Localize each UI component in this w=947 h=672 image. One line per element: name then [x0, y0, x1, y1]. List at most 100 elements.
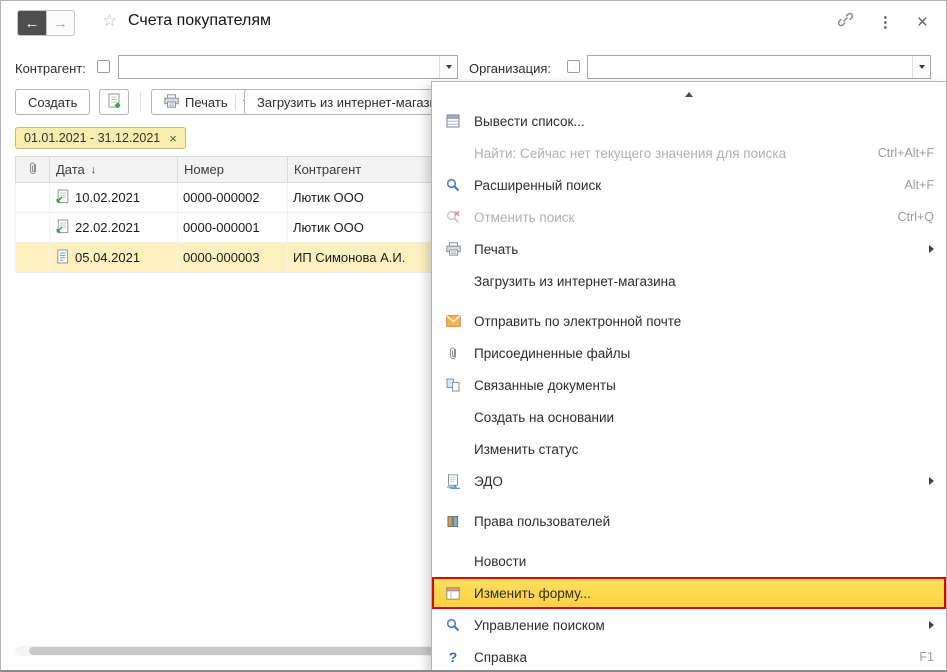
close-icon[interactable]: × [917, 13, 928, 32]
shortcut-label: Alt+F [904, 178, 934, 192]
table-header-row: Дата ↓ Номер Контрагент [15, 156, 439, 183]
number-value: 0000-000001 [183, 220, 260, 235]
cell-contragent: ИП Симонова А.И. [288, 243, 438, 272]
load-button-label: Загрузить из интернет-магазина [257, 95, 446, 110]
list-icon [444, 114, 462, 128]
menu-item-label: Печать [474, 242, 917, 257]
table-row-selected[interactable]: 05.04.2021 0000-000003 ИП Симонова А.И. [15, 243, 439, 273]
menu-item-label: Изменить статус [474, 442, 934, 457]
number-value: 0000-000002 [183, 190, 260, 205]
date-value: 22.02.2021 [75, 220, 140, 235]
contragent-value: ИП Симонова А.И. [293, 250, 405, 265]
back-button[interactable]: ← [18, 11, 46, 35]
search-icon [444, 178, 462, 192]
date-header-label: Дата [56, 162, 85, 177]
create-button-label: Создать [28, 95, 77, 110]
menu-item-label: Найти: Сейчас нет текущего значения для … [474, 146, 866, 161]
chevron-down-icon [919, 65, 925, 69]
cell-attachment [16, 183, 50, 212]
menu-item-search-management[interactable]: Управление поиском [432, 609, 946, 641]
menu-item-edo[interactable]: ЭДО [432, 465, 946, 497]
app-window: ← → ☆ Счета покупателям ⋮ × Контрагент: … [0, 0, 947, 672]
menu-item-label: ЭДО [474, 474, 917, 489]
menu-item-load-from-store[interactable]: Загрузить из интернет-магазина [432, 265, 946, 297]
menu-item-create-based-on[interactable]: Создать на основании [432, 401, 946, 433]
sort-desc-icon: ↓ [91, 164, 97, 176]
menu-item-change-status[interactable]: Изменить статус [432, 433, 946, 465]
cell-number: 0000-000001 [178, 213, 288, 242]
contragent-value: Лютик ООО [293, 190, 364, 205]
favorite-star-icon[interactable]: ☆ [102, 11, 117, 31]
load-from-store-button[interactable]: Загрузить из интернет-магазина [244, 89, 459, 115]
contragent-value: Лютик ООО [293, 220, 364, 235]
number-column-header[interactable]: Номер [178, 157, 288, 182]
menu-item-label: Управление поиском [474, 618, 917, 633]
more-menu-icon[interactable]: ⋮ [878, 13, 893, 31]
envelope-icon [444, 315, 462, 327]
menu-item-label: Новости [474, 554, 934, 569]
menu-item-label: Отправить по электронной почте [474, 314, 934, 329]
menu-item-attached-files[interactable]: Присоединенные файлы [432, 337, 946, 369]
menu-item-send-email[interactable]: Отправить по электронной почте [432, 305, 946, 337]
menu-separator [432, 497, 946, 505]
create-copy-button[interactable] [99, 89, 129, 115]
menu-item-news[interactable]: Новости [432, 545, 946, 577]
menu-item-label: Связанные документы [474, 378, 934, 393]
menu-item-cancel-search: Отменить поиск Ctrl+Q [432, 201, 946, 233]
menu-separator [432, 297, 946, 305]
contragent-dropdown-button[interactable] [439, 56, 457, 78]
menu-item-user-rights[interactable]: Права пользователей [432, 505, 946, 537]
menu-item-help[interactable]: ? Справка F1 [432, 641, 946, 672]
menu-item-label: Права пользователей [474, 514, 934, 529]
question-icon: ? [444, 649, 462, 665]
top-bar: ← → ☆ Счета покупателям ⋮ × [1, 1, 946, 43]
contragent-input[interactable] [119, 56, 439, 78]
contragent-label: Контрагент: [15, 61, 86, 76]
create-button[interactable]: Создать [15, 89, 90, 115]
date-value: 05.04.2021 [75, 250, 140, 265]
search-cancel-icon [444, 210, 462, 224]
menu-item-linked-documents[interactable]: Связанные документы [432, 369, 946, 401]
unposted-document-icon [55, 249, 70, 267]
contragent-column-header[interactable]: Контрагент [288, 157, 438, 182]
cell-date: 10.02.2021 [50, 183, 178, 212]
menu-item-print[interactable]: Печать [432, 233, 946, 265]
edit-form-icon [444, 587, 462, 600]
shortcut-label: F1 [919, 650, 934, 664]
table-row[interactable]: 10.02.2021 0000-000002 Лютик ООО [15, 183, 439, 213]
toolbar-separator [140, 92, 141, 112]
menu-item-label: Изменить форму... [474, 586, 934, 601]
menu-scroll-up[interactable] [432, 83, 946, 105]
attachment-column-header[interactable] [16, 157, 50, 182]
organization-input[interactable] [588, 56, 912, 78]
paperclip-icon [444, 346, 462, 360]
number-value: 0000-000003 [183, 250, 260, 265]
link-icon[interactable] [837, 11, 854, 33]
menu-item-edit-form[interactable]: Изменить форму... [432, 577, 946, 609]
menu-item-label: Создать на основании [474, 410, 934, 425]
contragent-header-label: Контрагент [294, 162, 361, 177]
cell-number: 0000-000002 [178, 183, 288, 212]
table-row[interactable]: 22.02.2021 0000-000001 Лютик ООО [15, 213, 439, 243]
date-value: 10.02.2021 [75, 190, 140, 205]
organization-label: Организация: [469, 61, 551, 76]
organization-field [587, 55, 931, 79]
shortcut-label: Ctrl+Alt+F [878, 146, 934, 160]
shortcut-label: Ctrl+Q [898, 210, 934, 224]
chip-close-icon[interactable]: × [169, 132, 177, 145]
menu-item-advanced-search[interactable]: Расширенный поиск Alt+F [432, 169, 946, 201]
cell-date: 22.02.2021 [50, 213, 178, 242]
edo-exchange-icon [444, 474, 462, 489]
menu-item-label: Расширенный поиск [474, 178, 892, 193]
contragent-checkbox[interactable] [97, 60, 110, 73]
date-column-header[interactable]: Дата ↓ [50, 157, 178, 182]
organization-checkbox[interactable] [567, 60, 580, 73]
menu-item-show-list[interactable]: Вывести список... [432, 105, 946, 137]
cell-number: 0000-000003 [178, 243, 288, 272]
menu-separator [432, 537, 946, 545]
organization-dropdown-button[interactable] [912, 56, 930, 78]
cell-attachment [16, 243, 50, 272]
contragent-field [118, 55, 458, 79]
period-filter-chip[interactable]: 01.01.2021 - 31.12.2021 × [15, 127, 186, 149]
submenu-arrow-icon [929, 477, 934, 485]
